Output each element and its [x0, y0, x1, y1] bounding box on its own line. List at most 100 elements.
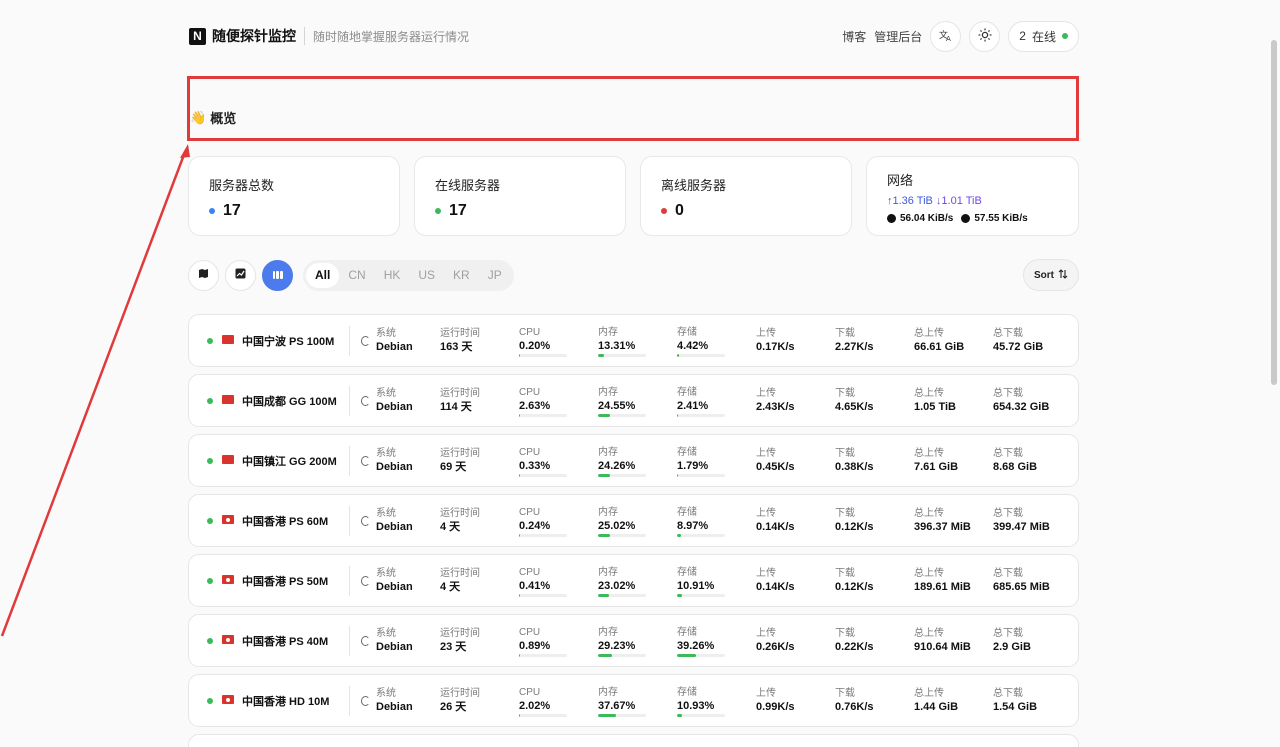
server-row[interactable]: 中国香港 PS 50M 系统 Debian 运行时间 4 天 CPU 0.41%…	[188, 554, 1079, 607]
header-actions: 博客 管理后台 文A 2 在线	[842, 20, 1079, 52]
server-row-partial[interactable]	[188, 734, 1079, 747]
upload-cell: 上传 0.99K/s	[756, 687, 795, 714]
uptime-label: 运行时间	[440, 508, 480, 519]
tag-hk[interactable]: HK	[375, 263, 410, 288]
grid-view-button[interactable]	[262, 259, 293, 291]
server-row[interactable]: 中国宁波 PS 100M 系统 Debian 运行时间 163 天 CPU 0.…	[188, 314, 1079, 367]
cpu-cell: CPU 0.41%	[519, 566, 567, 597]
memory-value: 24.55%	[598, 400, 636, 412]
uptime-value: 4 天	[440, 581, 461, 593]
disk-value: 10.93%	[677, 700, 715, 712]
total-upload-label: 总上传	[914, 568, 944, 579]
memory-bar	[598, 594, 646, 597]
tag-kr[interactable]: KR	[444, 263, 479, 288]
cpu-bar	[519, 534, 567, 537]
cpu-bar	[519, 414, 567, 417]
online-servers-card[interactable]: 在线服务器 17	[414, 156, 626, 236]
cpu-cell: CPU 0.89%	[519, 626, 567, 657]
tag-jp[interactable]: JP	[479, 263, 511, 288]
status-dot	[207, 338, 213, 344]
offline-servers-card[interactable]: 离线服务器 0	[640, 156, 852, 236]
upload-label: 上传	[756, 508, 776, 519]
tag-cn[interactable]: CN	[339, 263, 374, 288]
memory-label: 内存	[598, 627, 618, 638]
total-upload-cell: 总上传 1.44 GiB	[914, 687, 958, 714]
network-down-speed: 57.55 KiB/s	[974, 213, 1028, 224]
app-subtitle: 随时随地掌握服务器运行情况	[313, 29, 470, 44]
debian-icon	[361, 396, 370, 406]
download-cell: 下载 2.27K/s	[835, 327, 874, 354]
total-download-label: 总下载	[993, 508, 1023, 519]
flag-icon	[222, 515, 234, 524]
total-upload-cell: 总上传 396.37 MiB	[914, 507, 971, 534]
header-divider	[304, 27, 305, 45]
cpu-value: 0.89%	[519, 640, 551, 652]
server-name: 中国香港 PS 50M	[242, 576, 329, 588]
scrollbar[interactable]	[1271, 40, 1277, 385]
os-cell: 系统 Debian	[376, 327, 413, 354]
network-up-total: ↑1.36 TiB	[887, 195, 933, 207]
total-servers-label: 服务器总数	[209, 178, 275, 193]
os-label: 系统	[376, 628, 396, 639]
app-title[interactable]: 随便探针监控	[212, 26, 296, 46]
total-upload-cell: 总上传 910.64 MiB	[914, 627, 971, 654]
cpu-cell: CPU 2.63%	[519, 386, 567, 417]
language-button[interactable]: 文A	[930, 20, 962, 52]
uptime-label: 运行时间	[440, 328, 480, 339]
total-download-cell: 总下载 685.65 MiB	[993, 567, 1050, 594]
logo-icon[interactable]: N	[189, 27, 206, 45]
admin-link[interactable]: 管理后台	[874, 28, 922, 45]
cpu-label: CPU	[519, 687, 541, 698]
total-servers-card[interactable]: 服务器总数 17	[188, 156, 400, 236]
online-count: 2	[1019, 29, 1026, 43]
filter-toolbar: All CN HK US KR JP Sort	[188, 259, 1079, 291]
uptime-cell: 运行时间 23 天	[440, 627, 480, 654]
tag-us[interactable]: US	[409, 263, 444, 288]
server-row[interactable]: 中国镇江 GG 200M 系统 Debian 运行时间 69 天 CPU 0.3…	[188, 434, 1079, 487]
offline-servers-label: 离线服务器	[661, 178, 727, 193]
total-upload-cell: 总上传 7.61 GiB	[914, 447, 958, 474]
server-row[interactable]: 中国香港 PS 60M 系统 Debian 运行时间 4 天 CPU 0.24%…	[188, 494, 1079, 547]
online-count-badge[interactable]: 2 在线	[1008, 20, 1079, 52]
total-download-value: 45.72 GiB	[993, 341, 1044, 353]
tag-all[interactable]: All	[306, 262, 340, 288]
memory-bar	[598, 354, 646, 357]
sort-button[interactable]: Sort	[1023, 259, 1079, 291]
uptime-cell: 运行时间 26 天	[440, 687, 480, 714]
download-cell: 下载 0.76K/s	[835, 687, 874, 714]
total-download-cell: 总下载 1.54 GiB	[993, 687, 1037, 714]
total-upload-label: 总上传	[914, 388, 944, 399]
total-download-value: 8.68 GiB	[993, 461, 1038, 473]
chart-view-button[interactable]	[225, 259, 256, 291]
map-view-button[interactable]	[188, 259, 219, 291]
uptime-value: 163 天	[440, 341, 473, 353]
os-label: 系统	[376, 688, 396, 699]
status-dot	[207, 638, 213, 644]
upload-cell: 上传 0.17K/s	[756, 327, 795, 354]
blog-link[interactable]: 博客	[842, 28, 866, 45]
server-row[interactable]: 中国香港 HD 10M 系统 Debian 运行时间 26 天 CPU 2.02…	[188, 674, 1079, 727]
cpu-label: CPU	[519, 567, 541, 578]
overview-heading: 👋 概览	[190, 108, 236, 127]
total-upload-value: 66.61 GiB	[914, 341, 965, 353]
cpu-label: CPU	[519, 387, 541, 398]
theme-toggle-button[interactable]	[969, 20, 1001, 52]
online-servers-value: 17	[449, 202, 467, 219]
download-value: 2.27K/s	[835, 341, 874, 353]
disk-bar	[677, 714, 725, 717]
total-download-label: 总下载	[993, 328, 1023, 339]
download-label: 下载	[835, 568, 855, 579]
total-download-value: 685.65 MiB	[993, 581, 1050, 593]
flag-icon	[222, 695, 234, 704]
disk-label: 存储	[677, 387, 697, 398]
server-row[interactable]: 中国香港 PS 40M 系统 Debian 运行时间 23 天 CPU 0.89…	[188, 614, 1079, 667]
os-label: 系统	[376, 328, 396, 339]
memory-value: 37.67%	[598, 700, 636, 712]
network-label: 网络	[887, 173, 914, 188]
upload-cell: 上传 2.43K/s	[756, 387, 795, 414]
server-row[interactable]: 中国成都 GG 100M 系统 Debian 运行时间 114 天 CPU 2.…	[188, 374, 1079, 427]
memory-cell: 内存 23.02%	[598, 566, 646, 597]
network-card[interactable]: 网络 ↑1.36 TiB ↓1.01 TiB 56.04 KiB/s 57.55…	[866, 156, 1079, 236]
os-value: Debian	[376, 401, 413, 413]
total-servers-value: 17	[223, 202, 241, 219]
